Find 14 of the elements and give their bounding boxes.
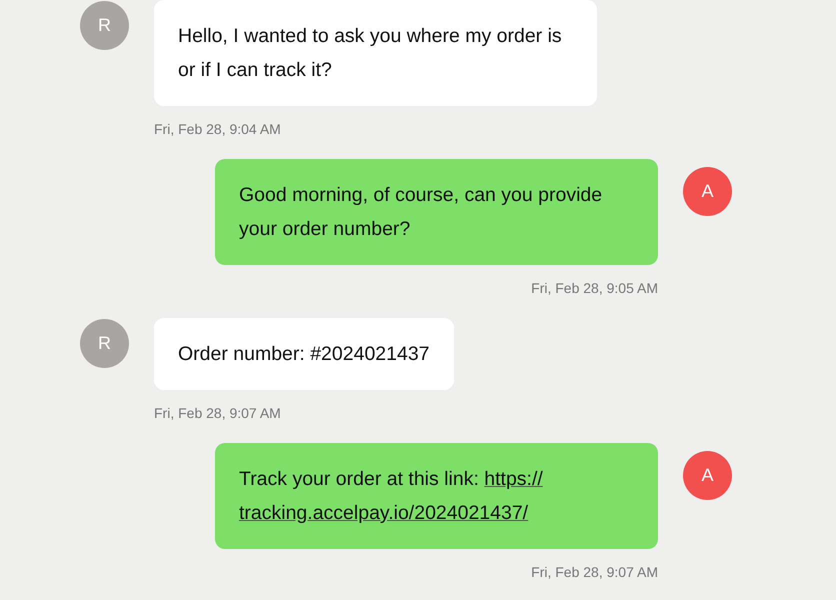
message-text: Hello, I wanted to ask you where my order is or if I can track it? xyxy=(178,25,562,81)
avatar: A xyxy=(683,167,732,216)
tracking-link[interactable]: https:// xyxy=(484,468,543,490)
message-text: Order number: #2024021437 xyxy=(178,343,430,365)
message-text: Track your order at this link: xyxy=(239,468,479,490)
message-text: Good morning, of course, can you provide your order number? xyxy=(239,184,602,240)
avatar: A xyxy=(683,451,732,500)
timestamp: Fri, Feb 28, 9:07 AM xyxy=(154,405,281,421)
avatar: R xyxy=(80,319,129,368)
timestamp: Fri, Feb 28, 9:05 AM xyxy=(531,280,658,296)
timestamp: Fri, Feb 28, 9:07 AM xyxy=(531,564,658,580)
tracking-link[interactable]: tracking.accelpay.io/2024021437/ xyxy=(239,502,528,524)
avatar: R xyxy=(80,1,129,50)
timestamp: Fri, Feb 28, 9:04 AM xyxy=(154,121,281,137)
